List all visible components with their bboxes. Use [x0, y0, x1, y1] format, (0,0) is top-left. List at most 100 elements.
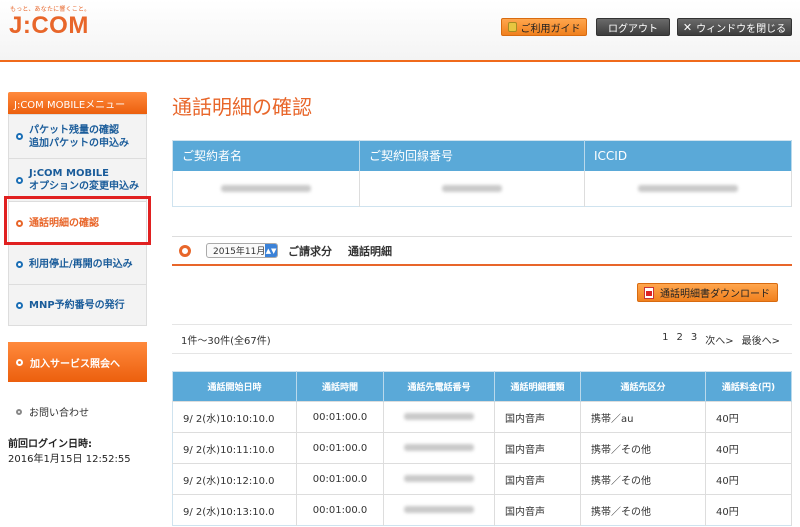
call-fee-cell: 40円 — [705, 463, 792, 495]
bullet-icon — [16, 358, 23, 366]
result-count: 1件〜30件(全67件) — [181, 335, 271, 347]
logout-button[interactable]: ログアウト — [596, 18, 670, 36]
contract-line-value — [359, 170, 585, 207]
call-start-cell: 9/ 2(水)10:11:10.0 — [172, 432, 297, 464]
call-number-cell — [383, 401, 495, 433]
close-window-label: ウィンドウを閉じる — [696, 23, 787, 35]
sidebar-item-label: MNP予約番号の発行 — [29, 299, 125, 311]
call-number-cell — [383, 463, 495, 495]
pdf-icon — [644, 286, 654, 299]
call-start-cell: 9/ 2(水)10:13:10.0 — [172, 494, 297, 526]
contract-iccid-value — [584, 170, 792, 207]
contract-header-line: ご契約回線番号 — [359, 140, 585, 171]
last-login: 前回ログイン日時: 2016年1月15日 12:52:55 — [8, 437, 131, 467]
call-type-cell: 国内音声 — [494, 401, 581, 433]
bullet-icon — [16, 301, 23, 309]
sidebar-item-packet[interactable]: パケット残量の確認 追加パケットの申込み — [9, 115, 146, 159]
sidebar-item-mnp[interactable]: MNP予約番号の発行 — [9, 285, 146, 325]
redacted-text — [638, 184, 738, 192]
service-inquiry-button[interactable]: 加入サービス照会へ — [8, 342, 147, 382]
site-header: もっと、あなたに響くこと。 J:COM ご利用ガイド ログアウト ✕ ウィンドウ… — [0, 0, 800, 62]
download-label: 通話明細書ダウンロード — [660, 289, 770, 300]
bullet-icon — [16, 133, 23, 140]
call-details-table: 通話開始日時 通話時間 通話先電話番号 通話明細種類 通話先区分 通話料金(円)… — [172, 371, 792, 526]
contact-link[interactable]: お問い合わせ — [16, 404, 89, 419]
page-link-3[interactable]: 3 — [691, 332, 697, 347]
billing-bar: 2015年11月 ▲▼ ご請求分 通話明細 — [172, 236, 792, 266]
table-row: 9/ 2(水)10:10:10.0 00:01:00.0 国内音声 携帯／au 40円 — [172, 401, 792, 433]
billing-month-value: 2015年11月 — [213, 247, 266, 257]
menu-title: J:COM MOBILEメニュー — [8, 92, 147, 114]
redacted-text — [442, 184, 502, 192]
call-type-cell: 国内音声 — [494, 463, 581, 495]
col-header-category: 通話先区分 — [580, 371, 706, 402]
call-duration-cell: 00:01:00.0 — [296, 494, 384, 526]
bullet-icon — [16, 261, 23, 268]
billing-label: ご請求分 — [288, 244, 332, 258]
table-row: 9/ 2(水)10:11:10.0 00:01:00.0 国内音声 携帯／その他 40円 — [172, 432, 792, 464]
billing-month-select[interactable]: 2015年11月 ▲▼ — [206, 243, 278, 258]
last-page-link[interactable]: 最後へ> — [742, 332, 780, 347]
sidebar-item-label: パケット残量の確認 — [29, 124, 119, 136]
service-inquiry-label: 加入サービス照会へ — [30, 358, 120, 370]
jcom-logo[interactable]: J:COM — [9, 12, 89, 40]
contract-header-iccid: ICCID — [584, 140, 792, 171]
contract-header-name: ご契約者名 — [172, 140, 360, 171]
sidebar-item-label: 利用停止/再開の申込み — [29, 259, 133, 270]
next-page-link[interactable]: 次へ> — [705, 332, 733, 347]
highlight-box — [4, 196, 151, 245]
guide-button-label: ご利用ガイド — [520, 23, 581, 35]
contact-label: お問い合わせ — [29, 408, 89, 419]
ring-icon — [179, 244, 191, 257]
page-title: 通話明細の確認 — [172, 95, 312, 119]
redacted-text — [404, 443, 474, 451]
col-header-type: 通話明細種類 — [494, 371, 581, 402]
redacted-text — [221, 184, 311, 192]
pagination: 1 2 3 次へ> 最後へ> — [662, 332, 780, 347]
call-type-cell: 国内音声 — [494, 494, 581, 526]
billing-sublabel: 通話明細 — [348, 244, 392, 258]
close-icon: ✕ — [682, 20, 693, 34]
table-row: 9/ 2(水)10:13:10.0 00:01:00.0 国内音声 携帯／その他 40円 — [172, 494, 792, 526]
bullet-icon — [16, 408, 22, 415]
call-category-cell: 携帯／その他 — [580, 463, 706, 495]
contract-name-value — [172, 170, 360, 207]
guide-book-icon — [507, 22, 517, 32]
table-row: 9/ 2(水)10:12:10.0 00:01:00.0 国内音声 携帯／その他 40円 — [172, 463, 792, 495]
page-link-1[interactable]: 1 — [662, 332, 668, 347]
col-header-fee: 通話料金(円) — [705, 371, 792, 402]
call-fee-cell: 40円 — [705, 432, 792, 464]
sidebar-item-suspend[interactable]: 利用停止/再開の申込み — [9, 245, 146, 285]
call-fee-cell: 40円 — [705, 401, 792, 433]
call-duration-cell: 00:01:00.0 — [296, 463, 384, 495]
last-login-value: 2016年1月15日 12:52:55 — [8, 454, 131, 465]
col-header-number: 通話先電話番号 — [383, 371, 495, 402]
page-link-2[interactable]: 2 — [676, 332, 682, 347]
call-category-cell: 携帯／その他 — [580, 432, 706, 464]
redacted-text — [404, 412, 474, 420]
col-header-start: 通話開始日時 — [172, 371, 297, 402]
call-duration-cell: 00:01:00.0 — [296, 432, 384, 464]
call-start-cell: 9/ 2(水)10:12:10.0 — [172, 463, 297, 495]
sidebar-item-label: オプションの変更申込み — [29, 181, 139, 192]
call-type-cell: 国内音声 — [494, 432, 581, 464]
close-window-button[interactable]: ✕ ウィンドウを閉じる — [677, 18, 792, 36]
contract-table: ご契約者名 ご契約回線番号 ICCID — [172, 140, 792, 207]
col-header-duration: 通話時間 — [296, 371, 384, 402]
redacted-text — [404, 474, 474, 482]
guide-button[interactable]: ご利用ガイド — [501, 18, 587, 36]
sidebar-item-label: 追加パケットの申込み — [29, 137, 129, 149]
call-duration-cell: 00:01:00.0 — [296, 401, 384, 433]
bullet-icon — [16, 176, 23, 184]
chevron-updown-icon: ▲▼ — [265, 244, 277, 257]
last-login-label: 前回ログイン日時: — [8, 439, 92, 450]
redacted-text — [404, 505, 474, 513]
call-category-cell: 携帯／au — [580, 401, 706, 433]
call-fee-cell: 40円 — [705, 494, 792, 526]
call-number-cell — [383, 432, 495, 464]
call-start-cell: 9/ 2(水)10:10:10.0 — [172, 401, 297, 433]
call-category-cell: 携帯／その他 — [580, 494, 706, 526]
download-statement-button[interactable]: 通話明細書ダウンロード — [637, 283, 778, 302]
call-number-cell — [383, 494, 495, 526]
pager-bar: 1件〜30件(全67件) 1 2 3 次へ> 最後へ> — [172, 324, 792, 354]
